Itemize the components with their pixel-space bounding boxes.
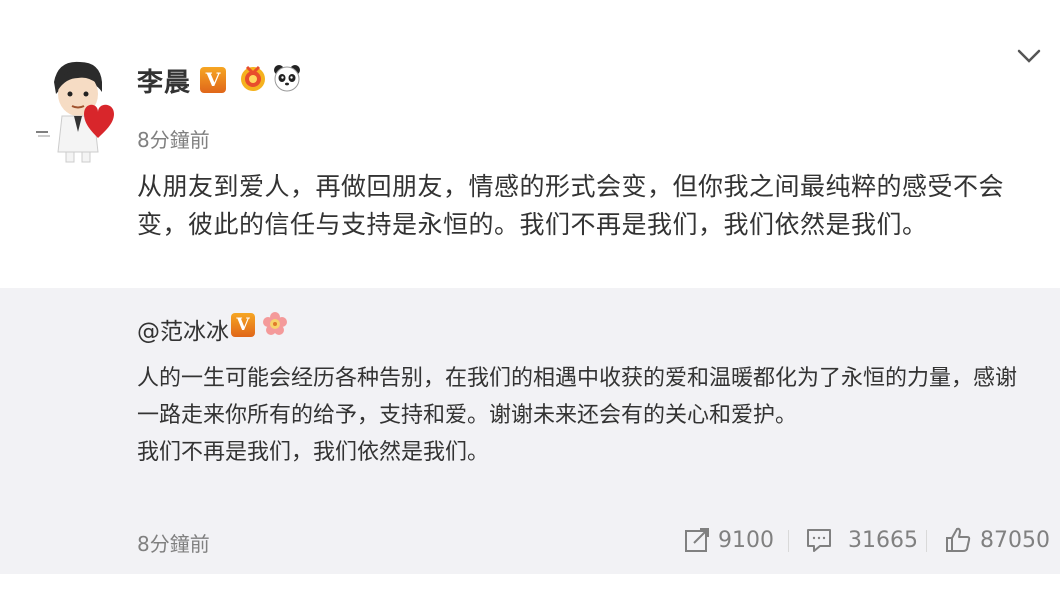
post-time[interactable]: 8分鐘前 <box>137 124 210 153</box>
repost-paragraph: 人的一生可能会经历各种告别，在我们的相遇中收获的爱和温暖都化为了永恒的力量，感谢… <box>137 366 1018 428</box>
avatar[interactable] <box>28 52 124 164</box>
panda-icon <box>274 65 300 92</box>
share-icon <box>685 528 709 552</box>
repost-paragraph: 我们不再是我们，我们依然是我们。 <box>137 440 490 465</box>
repost-content: 人的一生可能会经历各种告别，在我们的相遇中收获的爱和温暖都化为了永恒的力量，感谢… <box>137 360 1037 471</box>
verified-badge: V <box>200 67 226 93</box>
thumbs-up-icon <box>946 527 971 552</box>
weibo-post: 李晨 V 8分鐘前 从朋友到爱人，再做回朋友，情感的形式会变，但你我之间最纯粹的… <box>0 0 1060 596</box>
medal-icon <box>241 65 265 91</box>
author-name[interactable]: 李晨 <box>137 62 191 99</box>
repost-author-name[interactable]: @范冰冰 <box>137 312 229 346</box>
repost-count: 9100 <box>718 527 774 553</box>
chevron-down-icon[interactable] <box>1016 46 1042 66</box>
verified-badge: V <box>231 313 255 337</box>
like-count: 87050 <box>980 527 1050 553</box>
comment-icon <box>807 529 831 552</box>
post-content: 从朋友到爱人，再做回朋友，情感的形式会变，但你我之间最纯粹的感受不会变，彼此的信… <box>137 172 1005 239</box>
like-button[interactable]: 87050 <box>944 522 1050 558</box>
comment-button[interactable]: 31665 <box>806 522 918 558</box>
divider <box>788 530 789 552</box>
repost-time[interactable]: 8分鐘前 <box>137 528 210 557</box>
comment-count: 31665 <box>848 527 918 553</box>
divider <box>926 530 927 552</box>
flower-icon <box>263 312 287 335</box>
repost-button[interactable]: 9100 <box>684 522 774 558</box>
